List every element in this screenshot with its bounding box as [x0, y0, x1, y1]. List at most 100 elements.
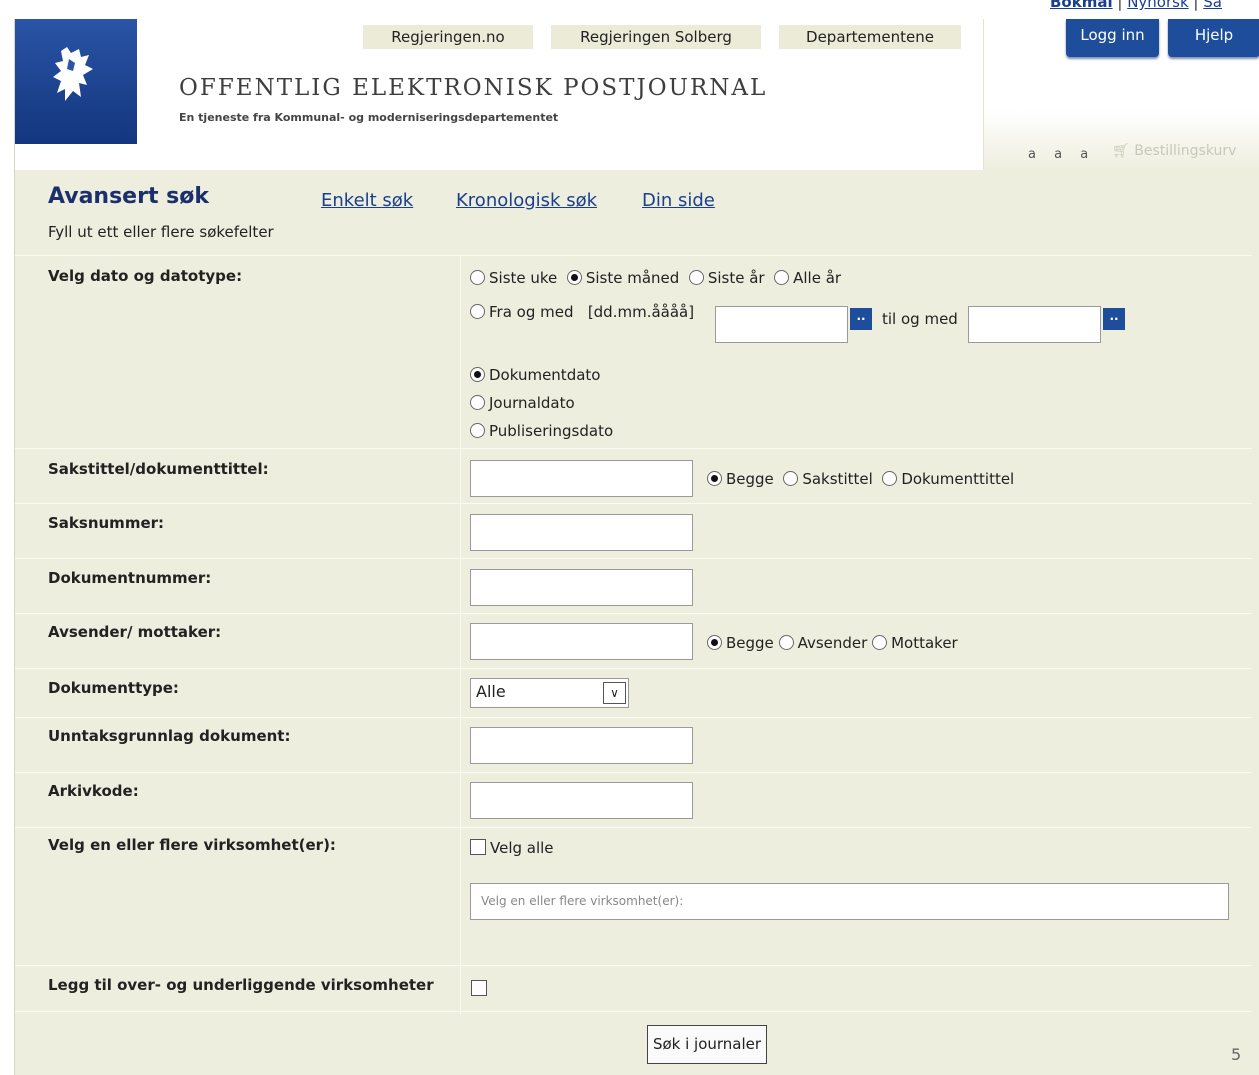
radio-button[interactable] [774, 270, 790, 285]
option-label: Mottaker [891, 634, 958, 652]
sender-input[interactable] [470, 623, 693, 660]
title-scope-option[interactable]: Dokumenttittel [882, 470, 1014, 488]
radio-button[interactable] [688, 270, 704, 285]
row-divider [15, 448, 1252, 449]
from-date-option[interactable]: Fra og med [dd.mm.åååå] [470, 303, 694, 321]
government-logo[interactable] [15, 19, 137, 144]
date-type-option[interactable]: Journaldato [470, 389, 613, 417]
select-all-checkbox[interactable] [470, 839, 486, 855]
chevron-down-icon[interactable]: ∨ [603, 682, 626, 704]
row-divider [15, 827, 1252, 828]
tab-chronological-search[interactable]: Kronologisk søk [456, 190, 597, 211]
nav-regjeringen-solberg[interactable]: Regjeringen Solberg [551, 25, 761, 49]
title-scope-radio-group: Begge Sakstittel Dokumenttittel [707, 470, 1014, 488]
site-header: Regjeringen.no Regjeringen Solberg Depar… [14, 19, 1259, 170]
radio-button[interactable] [470, 395, 485, 410]
to-label: til og med [882, 310, 958, 328]
cart-label: Bestillingskurv [1134, 143, 1237, 159]
help-button[interactable]: Hjelp [1168, 19, 1259, 57]
option-label: Publiseringsdato [489, 422, 614, 440]
option-label: Dokumentdato [489, 366, 601, 384]
period-option[interactable]: Siste år [688, 269, 765, 287]
date-type-radio-group: Dokumentdato Journaldato Publiseringsdat… [470, 361, 613, 445]
exemption-input[interactable] [470, 727, 693, 764]
option-label: Sakstittel [802, 470, 873, 488]
radio-button[interactable] [470, 304, 485, 319]
period-radio-group: Siste uke Siste måned Siste år Alle år [470, 269, 841, 287]
font-size-switcher[interactable]: a a a [1028, 147, 1095, 162]
search-heading: Avansert søk [48, 184, 209, 209]
row-divider [15, 1011, 1252, 1012]
sender-label: Avsender/ mottaker: [48, 623, 222, 641]
option-label: Alle år [793, 269, 842, 287]
doc-number-input[interactable] [470, 569, 693, 606]
date-type-option[interactable]: Publiseringsdato [470, 417, 613, 445]
archive-code-label: Arkivkode: [48, 782, 139, 800]
radio-button[interactable] [707, 471, 722, 486]
lang-nynorsk-link[interactable]: Nynorsk [1127, 0, 1188, 11]
radio-button[interactable] [470, 270, 485, 285]
period-option[interactable]: Alle år [774, 269, 841, 287]
option-label: Siste måned [585, 269, 680, 287]
exemption-label: Unntaksgrunnlag dokument: [48, 727, 291, 745]
option-label: Siste år [707, 269, 765, 287]
nav-departementene[interactable]: Departementene [779, 25, 961, 49]
date-type-option[interactable]: Dokumentdato [470, 361, 613, 389]
to-date-input[interactable] [968, 306, 1101, 343]
order-cart[interactable]: 🛒︎ Bestillingskurv [1112, 143, 1236, 159]
sender-scope-option[interactable]: Begge [707, 634, 774, 652]
language-bar: Bokmål | Nynorsk | Sa [1050, 0, 1222, 11]
period-option[interactable]: Siste uke [470, 269, 557, 287]
user-panel: Logg inn Hjelp a a a 🛒︎ Bestillingskurv [983, 19, 1259, 170]
radio-button[interactable] [470, 367, 485, 382]
title-label: Sakstittel/dokumenttittel: [48, 460, 269, 478]
sub-agencies-checkbox[interactable] [471, 980, 487, 996]
period-option[interactable]: Siste måned [566, 269, 680, 287]
radio-button[interactable] [707, 635, 722, 650]
lion-crest-icon [53, 47, 93, 101]
select-all-option[interactable]: Velg alle [470, 839, 554, 857]
radio-button[interactable] [470, 423, 485, 438]
login-button[interactable]: Logg inn [1066, 19, 1159, 57]
option-label: Begge [726, 634, 774, 652]
radio-button[interactable] [783, 471, 799, 486]
to-calendar-button[interactable]: .. [1103, 308, 1125, 330]
lang-bokmal-link[interactable]: Bokmål [1050, 0, 1113, 11]
archive-code-input[interactable] [470, 782, 693, 819]
row-divider [15, 503, 1252, 504]
from-date-input[interactable] [715, 306, 848, 343]
tab-simple-search[interactable]: Enkelt søk [321, 190, 413, 211]
lang-samisk-link[interactable]: Sa [1203, 0, 1222, 11]
radio-button[interactable] [882, 471, 898, 486]
title-scope-option[interactable]: Begge [707, 470, 774, 488]
title-input[interactable] [470, 460, 693, 497]
search-submit-button[interactable]: Søk i journaler [647, 1025, 767, 1064]
date-label: Velg dato og datotype: [48, 267, 243, 285]
sender-scope-option[interactable]: Mottaker [872, 634, 958, 652]
from-calendar-button[interactable]: .. [850, 308, 872, 330]
page-number: 5 [1231, 1045, 1242, 1064]
case-number-label: Saksnummer: [48, 514, 165, 532]
row-divider [15, 965, 1252, 966]
case-number-input[interactable] [470, 514, 693, 551]
from-label: Fra og med [489, 303, 574, 321]
agencies-input[interactable]: Velg en eller flere virksomhet(er): [470, 883, 1229, 920]
page-subtitle: En tjeneste fra Kommunal- og moderniseri… [179, 111, 559, 124]
option-label: Siste uke [489, 269, 558, 287]
nav-regjeringen[interactable]: Regjeringen.no [363, 25, 533, 49]
cart-icon: 🛒︎ [1112, 143, 1130, 159]
sender-scope-option[interactable]: Avsender [778, 634, 867, 652]
date-format-hint: [dd.mm.åååå] [587, 303, 695, 321]
radio-button[interactable] [566, 270, 582, 285]
select-all-label: Velg alle [490, 839, 554, 857]
radio-button[interactable] [778, 635, 794, 650]
tab-my-page[interactable]: Din side [642, 190, 715, 211]
title-scope-option[interactable]: Sakstittel [783, 470, 873, 488]
sub-agencies-label: Legg til over- og underliggende virksomh… [48, 976, 434, 994]
radio-button[interactable] [872, 635, 888, 650]
sender-scope-radio-group: Begge Avsender Mottaker [707, 634, 958, 652]
doc-type-value: Alle [476, 682, 506, 701]
doc-type-select[interactable]: Alle ∨ [470, 678, 629, 708]
row-divider [15, 668, 1252, 669]
doc-type-label: Dokumenttype: [48, 679, 179, 697]
